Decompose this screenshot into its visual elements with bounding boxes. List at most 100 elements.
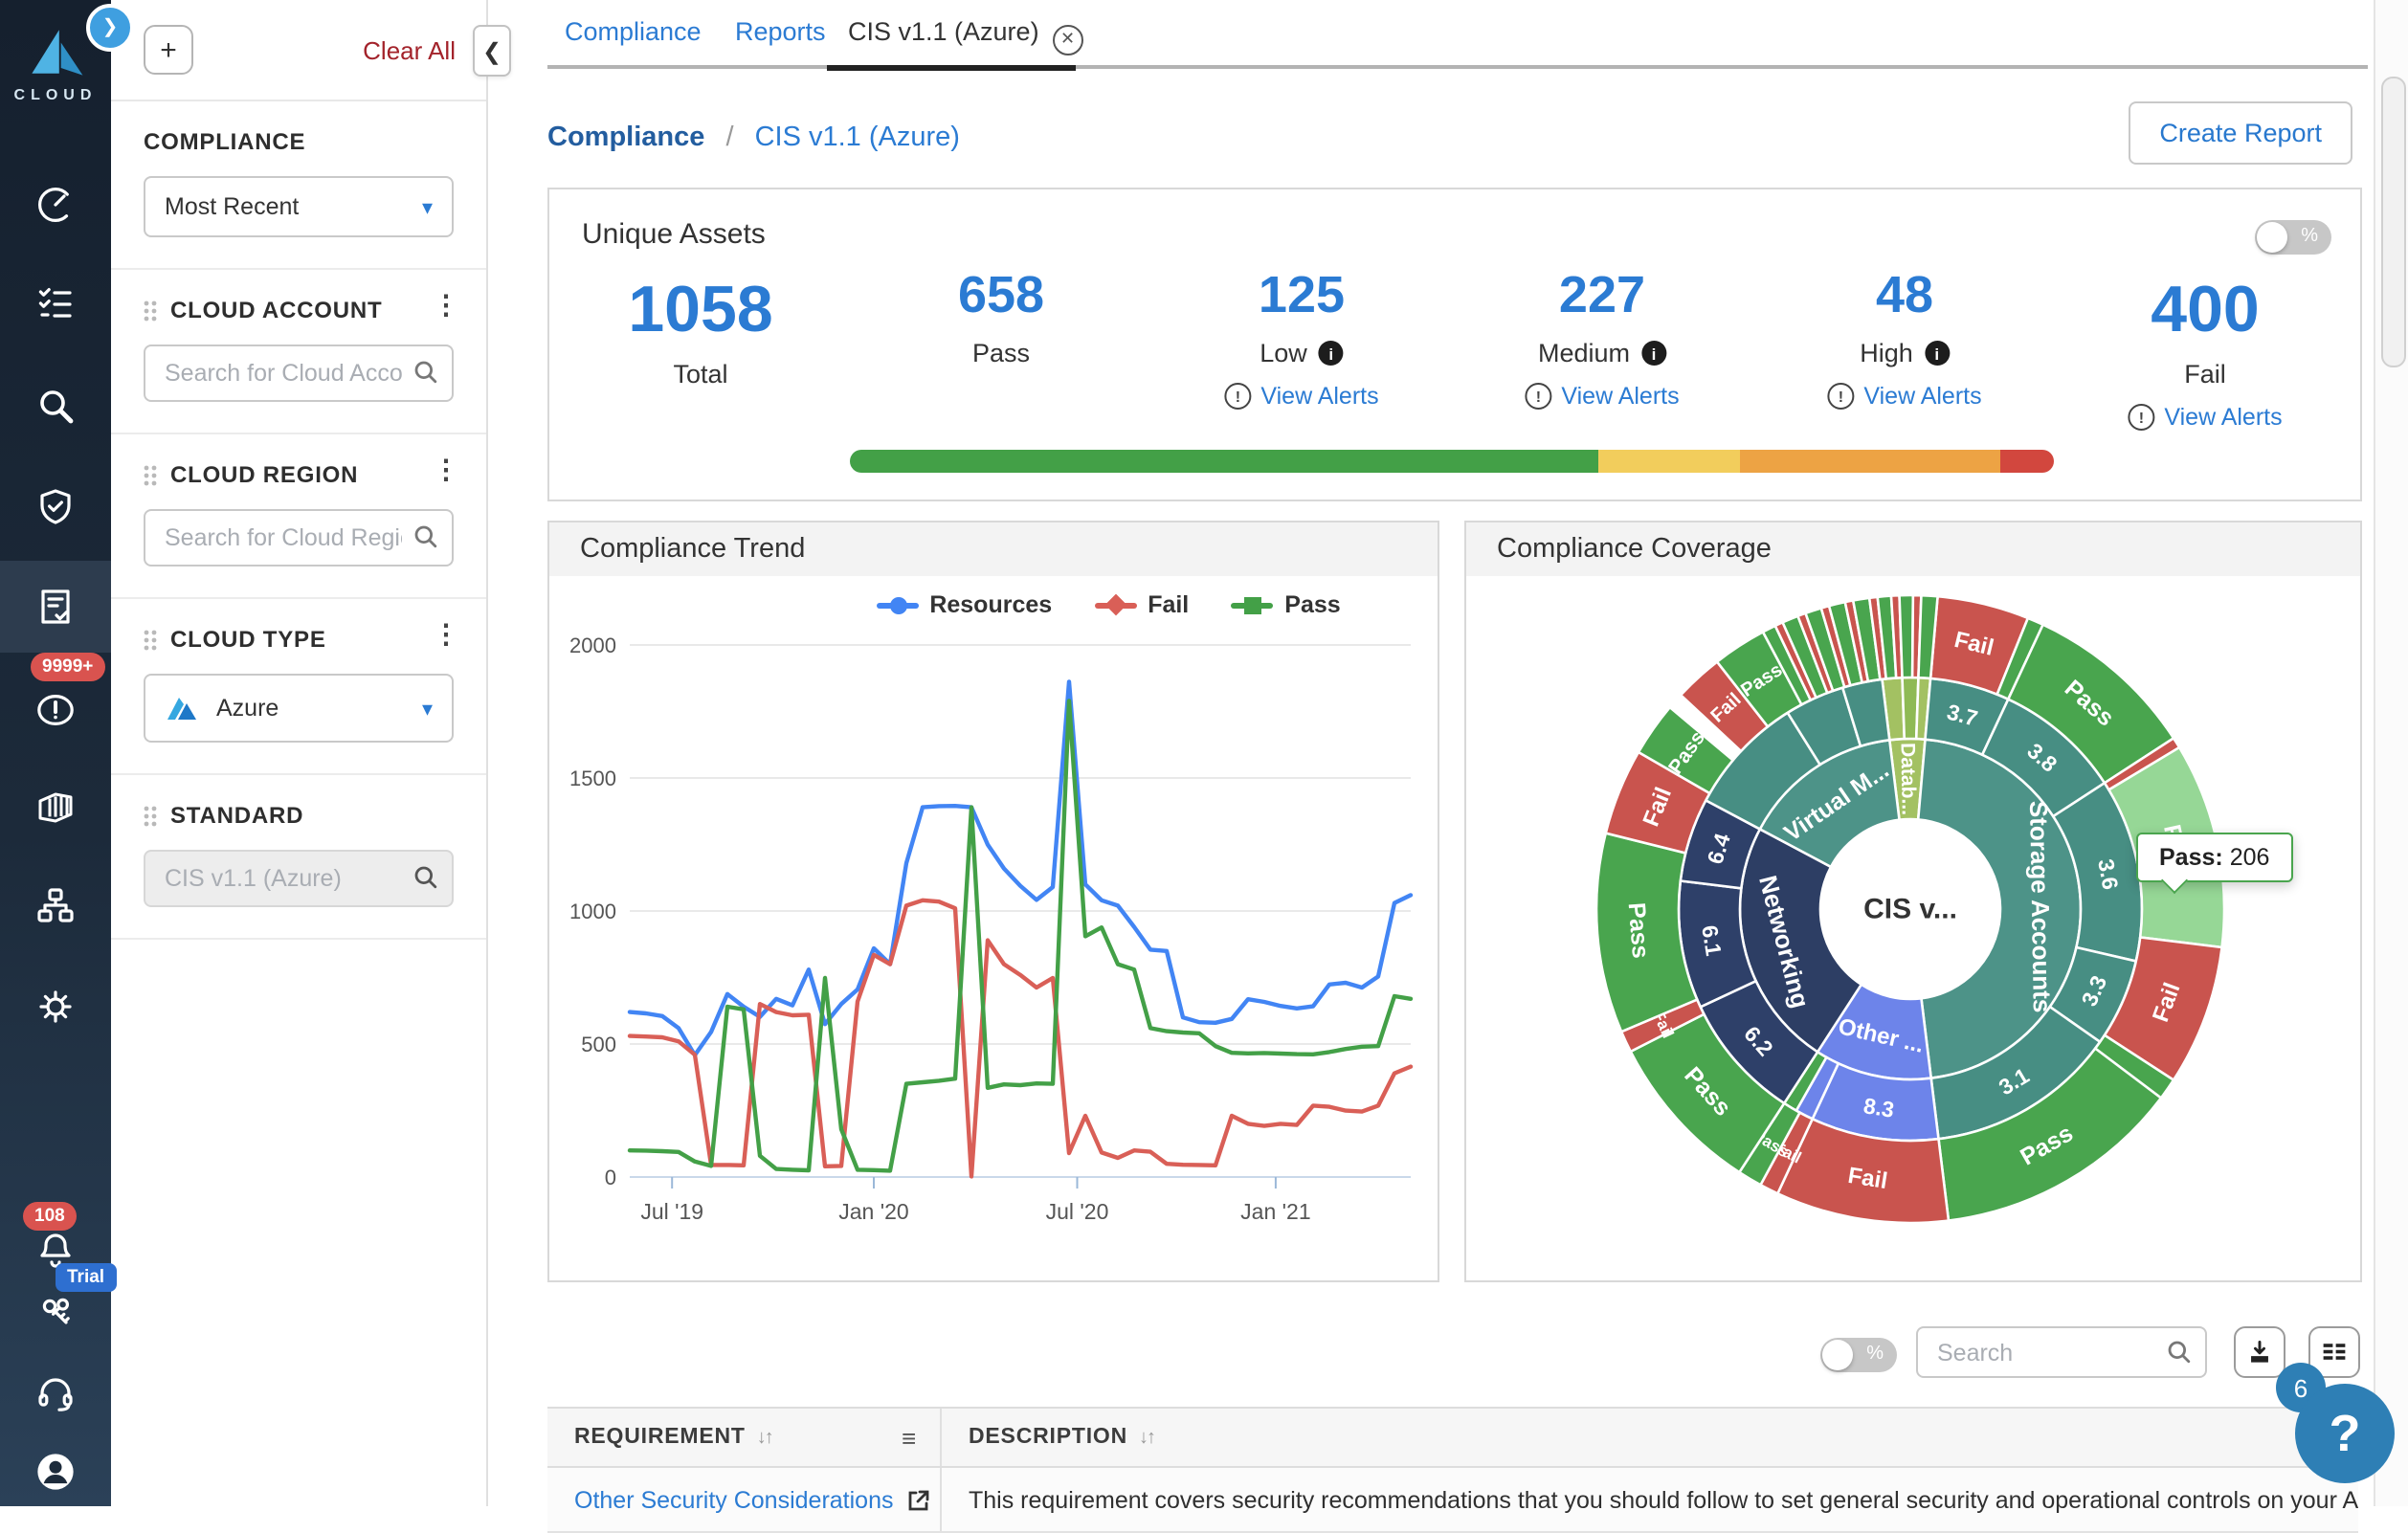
- columns-icon: [2322, 1339, 2347, 1366]
- tab-reports[interactable]: Reports: [735, 17, 826, 46]
- kebab-menu-icon[interactable]: ⋮: [433, 454, 459, 486]
- filter-panel: + Clear All COMPLIANCE Most Recent ▾ CLO…: [111, 0, 488, 1505]
- view-alerts-link[interactable]: !View Alerts: [2128, 404, 2282, 431]
- sidebar-item-compliance[interactable]: [0, 561, 111, 653]
- svg-text:Jul '20: Jul '20: [1046, 1199, 1109, 1224]
- drag-handle-icon[interactable]: [144, 464, 157, 485]
- breadcrumb-current[interactable]: CIS v1.1 (Azure): [755, 122, 960, 153]
- cloud-type-select[interactable]: Azure ▾: [144, 674, 454, 743]
- close-tab-icon[interactable]: ✕: [1053, 24, 1083, 55]
- info-icon[interactable]: i: [1641, 341, 1666, 366]
- external-link-icon[interactable]: [907, 1488, 930, 1511]
- requirement-link[interactable]: Other Security Considerations: [574, 1486, 894, 1513]
- container-icon: [33, 785, 78, 831]
- create-report-button[interactable]: Create Report: [2129, 101, 2352, 165]
- scrollbar-thumb[interactable]: [2381, 77, 2406, 367]
- filter-section-title: STANDARD: [170, 802, 303, 829]
- compliance-sort-select[interactable]: Most Recent ▾: [144, 176, 454, 237]
- legend-item-fail[interactable]: Fail: [1094, 591, 1189, 618]
- assets-bar-segment-low: [1598, 450, 1740, 473]
- sidebar-item-network[interactable]: [0, 861, 111, 949]
- sidebar-item-search[interactable]: [0, 362, 111, 450]
- filter-panel-header: + Clear All: [111, 0, 486, 101]
- sort-icon[interactable]: ↓↑: [757, 1427, 772, 1448]
- tab-underline: [547, 65, 2368, 69]
- notifications-count-badge: 108: [23, 1202, 77, 1231]
- clear-all-filters-link[interactable]: Clear All: [363, 36, 456, 65]
- trend-legend[interactable]: Resources Fail Pass: [549, 591, 1438, 618]
- breadcrumb-compliance-link[interactable]: Compliance: [547, 122, 704, 153]
- card-header: Compliance Trend: [549, 522, 1438, 576]
- search-icon: [2167, 1340, 2192, 1365]
- compliance-coverage-card: Compliance Coverage Datab...Storage Acco…: [1464, 521, 2362, 1282]
- help-button[interactable]: ?: [2295, 1384, 2395, 1483]
- filter-section-cloud-region: CLOUD REGION ⋮: [111, 434, 486, 599]
- stat-label: Pass: [958, 339, 1044, 367]
- cloud-type-value: Azure: [216, 695, 279, 722]
- table-header-row: REQUIREMENT ↓↑ ≡ DESCRIPTION ↓↑: [547, 1407, 2358, 1468]
- sidebar-item-dashboard[interactable]: [0, 161, 111, 249]
- stat-value: 48: [1827, 270, 1981, 322]
- svg-text:500: 500: [581, 1033, 616, 1056]
- collapse-filter-panel-button[interactable]: ❮: [473, 25, 511, 77]
- table-search-input[interactable]: [1916, 1326, 2207, 1378]
- info-icon[interactable]: i: [1925, 341, 1950, 366]
- tab-cis-v11-azure[interactable]: CIS v1.1 (Azure)✕: [848, 17, 1083, 55]
- app-window: CLOUD ❯ 9999+: [0, 0, 2408, 1505]
- sidebar-item-policies[interactable]: [0, 463, 111, 551]
- view-alerts-link[interactable]: !View Alerts: [1827, 383, 1981, 410]
- kebab-menu-icon[interactable]: ⋮: [433, 618, 459, 651]
- svg-text:0: 0: [605, 1166, 616, 1189]
- requirement-description: This requirement covers security recomme…: [940, 1468, 2358, 1531]
- tab-compliance[interactable]: Compliance: [565, 17, 702, 46]
- assets-bar-segment-pass: [850, 450, 1598, 473]
- column-menu-icon[interactable]: ≡: [902, 1423, 917, 1452]
- column-header-description[interactable]: DESCRIPTION ↓↑: [940, 1409, 2358, 1466]
- stat-pass: 658 Pass: [958, 270, 1044, 367]
- standard-search-input[interactable]: [144, 850, 454, 907]
- sidebar-item-profile[interactable]: [0, 1428, 111, 1516]
- view-alerts-link[interactable]: !View Alerts: [1224, 383, 1378, 410]
- network-hierarchy-icon: [33, 882, 78, 928]
- breadcrumb-separator: /: [725, 122, 733, 153]
- info-icon[interactable]: i: [1319, 341, 1344, 366]
- legend-item-pass[interactable]: Pass: [1231, 591, 1340, 618]
- kebab-menu-icon[interactable]: ⋮: [433, 289, 459, 322]
- table-percent-toggle[interactable]: %: [1820, 1338, 1897, 1372]
- view-alerts-link[interactable]: !View Alerts: [1525, 383, 1679, 410]
- column-header-requirement[interactable]: REQUIREMENT ↓↑ ≡: [547, 1426, 940, 1449]
- filter-section-cloud-account: CLOUD ACCOUNT ⋮: [111, 270, 486, 434]
- shield-check-icon: [33, 484, 78, 530]
- add-filter-button[interactable]: +: [144, 25, 193, 75]
- exclamation-icon: !: [1827, 383, 1854, 410]
- drag-handle-icon[interactable]: [144, 629, 157, 650]
- alerts-count-badge: 9999+: [31, 653, 104, 681]
- stat-label: Low: [1260, 339, 1307, 367]
- trend-chart[interactable]: 0500100015002000Jul '19Jan '20Jul '20Jan…: [561, 622, 1426, 1257]
- cloud-region-search-input[interactable]: [144, 509, 454, 567]
- sunburst-chart[interactable]: Datab...Storage AccountsOther ...Network…: [1508, 507, 2312, 1311]
- download-button[interactable]: [2234, 1326, 2285, 1378]
- percent-toggle[interactable]: %: [2255, 220, 2331, 255]
- gauge-icon: [33, 182, 78, 228]
- trial-badge: Trial: [56, 1263, 116, 1292]
- requirements-table: REQUIREMENT ↓↑ ≡ DESCRIPTION ↓↑ Other Se…: [547, 1407, 2358, 1533]
- sidebar-item-settings[interactable]: [0, 963, 111, 1051]
- sidebar-expand-button[interactable]: ❯: [86, 4, 134, 52]
- sunburst-segment[interactable]: [1900, 595, 1913, 678]
- sidebar-item-support[interactable]: [0, 1349, 111, 1437]
- sidebar-item-containers[interactable]: [0, 764, 111, 852]
- stat-fail: 400 Fail !View Alerts: [2128, 278, 2282, 431]
- alert-icon: [33, 687, 78, 733]
- legend-item-resources[interactable]: Resources: [876, 591, 1052, 618]
- cloud-account-search-input[interactable]: [144, 344, 454, 402]
- sidebar-item-inventory[interactable]: [0, 258, 111, 346]
- sunburst-label: 8.3: [1862, 1093, 1896, 1122]
- sort-icon[interactable]: ↓↑: [1139, 1427, 1154, 1448]
- drag-handle-icon[interactable]: [144, 300, 157, 321]
- filter-section-standard: STANDARD: [111, 775, 486, 940]
- scrollbar-track[interactable]: [2374, 0, 2408, 1505]
- checklist-icon: [33, 279, 78, 325]
- filter-section-title: CLOUD REGION: [170, 461, 358, 488]
- drag-handle-icon[interactable]: [144, 805, 157, 826]
